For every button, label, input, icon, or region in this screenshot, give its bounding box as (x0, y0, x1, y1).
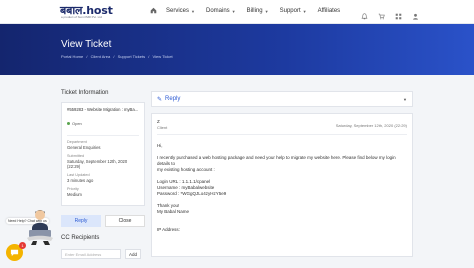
nav-services-label: Services (166, 8, 190, 14)
status-label: Open (72, 121, 82, 126)
nav-support[interactable]: Support ▼ (280, 8, 307, 14)
message-line: I recently purchased a web hosting packa… (157, 155, 396, 166)
breadcrumb: Portal Home / Client Area / Support Tick… (61, 54, 175, 59)
message-header: Z Client Saturday, September 12th, 2020 … (157, 119, 407, 130)
department-label: Department (67, 140, 87, 144)
message-role: Client (157, 125, 168, 130)
ticket-sidebar: Ticket Information #559283 - Website Mig… (61, 90, 145, 259)
message-date: Saturday, September 12th, 2020 (22:29) (335, 123, 407, 128)
cc-recipients-heading: CC Recipients (61, 235, 100, 241)
cc-form: Enter Email Address Add (61, 249, 145, 259)
chat-icon (10, 249, 19, 257)
nav-billing[interactable]: Billing ▼ (247, 8, 269, 14)
chevron-down-icon: ▼ (264, 8, 269, 14)
message-line: IP Address: (157, 227, 180, 232)
breadcrumb-support-tickets[interactable]: Support Tickets (118, 54, 146, 59)
brand-tagline: a product of Sumi IMR Pvt. Ltd (61, 15, 102, 19)
chevron-down-icon: ▼ (231, 8, 236, 14)
chevron-down-icon: ▼ (403, 96, 407, 102)
submitted-label: Submitted (67, 154, 85, 158)
ticket-info-heading: Ticket Information (61, 90, 109, 96)
last-updated-value: 3 minutes ago (67, 178, 94, 183)
breadcrumb-view-ticket: View Ticket (152, 54, 173, 59)
submitted-value: Saturday, September 12th, 2020 (22:29) (67, 159, 128, 169)
breadcrumb-client-area[interactable]: Client Area (91, 54, 111, 59)
ticket-main: ✎ Reply ▼ Z Client Saturday, September 1… (151, 91, 413, 257)
nav-affiliates-label: Affiliates (317, 8, 341, 14)
chat-notification-badge: 1 (19, 242, 26, 249)
breadcrumb-separator: / (113, 54, 115, 59)
last-updated-label: Last Updated (67, 173, 90, 177)
pencil-icon: ✎ (157, 96, 163, 103)
reply-button[interactable]: Reply (61, 215, 101, 227)
reply-toggle-label: Reply (165, 96, 181, 102)
status-badge: Open (67, 121, 82, 126)
top-navbar: बबाल.host a product of Sumi IMR Pvt. Ltd… (0, 0, 474, 24)
ticket-subject: #559283 - Website Migration : myBa... (67, 107, 139, 112)
ticket-message: Z Client Saturday, September 12th, 2020 … (151, 113, 413, 257)
status-dot-icon (67, 122, 70, 125)
close-ticket-button[interactable]: Close (105, 215, 145, 227)
breadcrumb-portal-home[interactable]: Portal Home (61, 54, 83, 59)
reply-toggle[interactable]: ✎ Reply ▼ (151, 91, 413, 107)
divider (157, 134, 407, 135)
chevron-down-icon: ▼ (302, 8, 307, 14)
grid-icon[interactable] (395, 7, 402, 20)
bell-icon[interactable] (361, 7, 368, 20)
ticket-actions: Reply Close (61, 215, 145, 227)
nav-billing-label: Billing (246, 8, 263, 14)
breadcrumb-separator: / (148, 54, 150, 59)
cart-icon[interactable] (378, 7, 385, 20)
nav-domains-label: Domains (205, 8, 230, 14)
nav-support-label: Support (279, 8, 301, 14)
breadcrumb-separator: / (86, 54, 88, 59)
department-value: General Enquiries (67, 145, 101, 150)
cc-email-input[interactable]: Enter Email Address (61, 249, 121, 259)
page-title: View Ticket (61, 39, 112, 50)
top-icons (361, 7, 419, 20)
user-icon[interactable] (412, 7, 419, 20)
support-agent-illustration (21, 208, 55, 246)
home-icon[interactable] (150, 7, 158, 15)
message-author: Z (157, 119, 160, 124)
priority-label: Priority (67, 187, 79, 191)
priority-value: Medium (67, 192, 82, 197)
nav-affiliates[interactable]: Affiliates (318, 8, 341, 14)
divider (67, 135, 139, 136)
message-body: Hi, I recently purchased a web hosting p… (157, 143, 407, 233)
nav-domains[interactable]: Domains ▼ (206, 8, 236, 14)
ticket-info-panel: #559283 - Website Migration : myBa... Op… (61, 102, 145, 206)
nav-services[interactable]: Services ▼ (166, 8, 195, 14)
main-nav: Services ▼ Domains ▼ Billing ▼ Support ▼ Aff… (150, 7, 351, 15)
cc-add-button[interactable]: Add (125, 249, 141, 259)
chevron-down-icon: ▼ (191, 8, 195, 14)
